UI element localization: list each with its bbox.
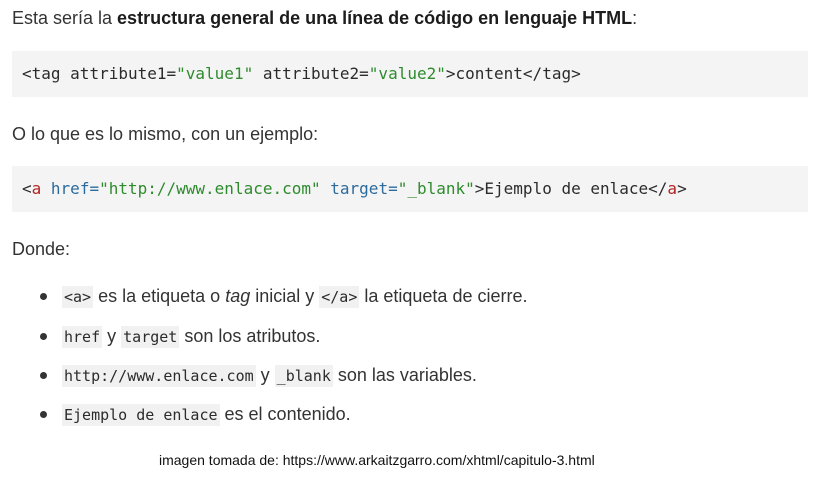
emphasis-text: tag bbox=[225, 286, 251, 306]
list-text: es el contenido. bbox=[219, 404, 351, 424]
code-end-tag-a: a bbox=[667, 179, 678, 198]
bullet-dot bbox=[40, 293, 47, 300]
donde-label: Donde: bbox=[12, 239, 71, 259]
intro-bold: estructura general de una línea de códig… bbox=[117, 8, 633, 28]
intro-suffix: : bbox=[632, 8, 638, 28]
list-text: la etiqueta de cierre. bbox=[359, 286, 528, 306]
inline-code: href bbox=[62, 326, 103, 348]
inline-code: Ejemplo de enlace bbox=[62, 404, 220, 426]
code-target-attr: target= bbox=[320, 179, 398, 198]
bullet-dot bbox=[40, 333, 47, 340]
code-close: >content</tag> bbox=[445, 64, 581, 83]
list-text: inicial y bbox=[250, 286, 320, 306]
code-block-general: <tag attribute1="value1" attribute2="val… bbox=[12, 51, 808, 97]
code-href-val: "http://www.enlace.com" bbox=[99, 179, 321, 198]
code-target-val: "_blank" bbox=[397, 179, 475, 198]
intro-paragraph: Esta sería la estructura general de una … bbox=[12, 6, 637, 30]
code-tag-open: <tag bbox=[22, 64, 71, 83]
inline-code: <a> bbox=[62, 286, 94, 308]
code-gt: > bbox=[677, 179, 687, 198]
code-attr1: attribute1= bbox=[70, 64, 177, 83]
code-mid: >Ejemplo de enlace</ bbox=[474, 179, 668, 198]
image-credit: imagen tomada de: https://www.arkaitzgar… bbox=[159, 452, 595, 468]
bullet-dot bbox=[40, 411, 47, 418]
inline-code: target bbox=[121, 326, 180, 348]
intro-prefix: Esta sería la bbox=[12, 8, 118, 28]
code-lt: < bbox=[22, 179, 32, 198]
list-text: y bbox=[255, 365, 275, 385]
code-block-example: <a href="http://www.enlace.com" target="… bbox=[12, 166, 808, 212]
bullet-dot bbox=[40, 372, 47, 379]
example-intro: O lo que es lo mismo, con un ejemplo: bbox=[12, 124, 319, 144]
list-text: y bbox=[102, 326, 122, 346]
code-attr2: attribute2= bbox=[253, 64, 369, 83]
list-text: es la etiqueta o bbox=[93, 286, 226, 306]
code-tag-a: a bbox=[31, 179, 42, 198]
inline-code: http://www.enlace.com bbox=[62, 365, 256, 387]
code-val1: "value1" bbox=[176, 64, 254, 83]
code-val2: "value2" bbox=[368, 64, 446, 83]
inline-code: _blank bbox=[274, 365, 333, 387]
list-text: son las variables. bbox=[332, 365, 477, 385]
inline-code: </a> bbox=[319, 286, 360, 308]
list-text: son los atributos. bbox=[179, 326, 321, 346]
code-href-attr: href= bbox=[41, 179, 100, 198]
